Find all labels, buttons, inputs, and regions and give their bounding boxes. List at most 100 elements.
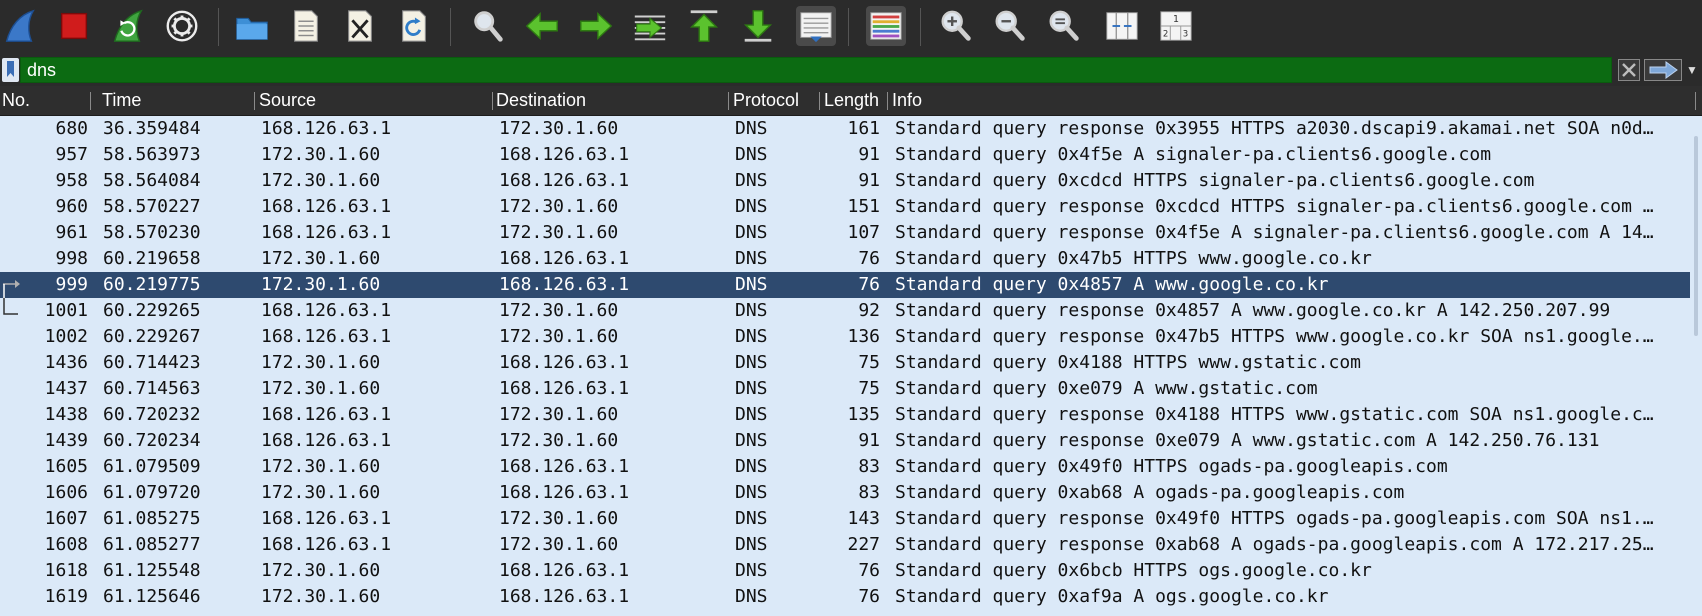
table-row-selected[interactable]: 999 60.219775 172.30.1.60 168.126.63.1 DNS 76… — [0, 272, 1702, 298]
cell-protocol: DNS — [735, 196, 768, 217]
cell-info: Standard query response 0x4f5e A signale… — [895, 222, 1654, 243]
cell-source: 172.30.1.60 — [261, 352, 381, 373]
apply-filter-button[interactable] — [1644, 59, 1682, 81]
cell-protocol: DNS — [735, 144, 768, 165]
reload-file-icon[interactable] — [394, 6, 434, 46]
cell-length: 136 — [847, 326, 880, 347]
table-row[interactable]: 1439 60.720234 168.126.63.1 172.30.1.60 DNS 9… — [0, 428, 1702, 454]
resize-columns-icon[interactable] — [1102, 6, 1142, 46]
table-row[interactable]: 958 58.564084 172.30.1.60 168.126.63.1 DNS 91… — [0, 168, 1702, 194]
cell-destination: 168.126.63.1 — [499, 248, 630, 269]
zoom-out-icon[interactable] — [990, 6, 1030, 46]
column-header-destination[interactable]: Destination — [494, 86, 724, 115]
column-divider[interactable] — [492, 92, 493, 110]
capture-options-gear-icon[interactable] — [162, 6, 202, 46]
toolbar-separator — [848, 8, 849, 46]
save-file-icon[interactable] — [286, 6, 326, 46]
go-to-first-packet-icon[interactable] — [684, 6, 724, 46]
table-row[interactable]: 1607 61.085275 168.126.63.1 172.30.1.60 DNS 1… — [0, 506, 1702, 532]
packet-list[interactable]: 680 36.359484 168.126.63.1 172.30.1.60 DNS 16… — [0, 116, 1702, 616]
column-preferences-icon[interactable]: 12 3 — [1156, 6, 1196, 46]
cell-length: 92 — [858, 300, 880, 321]
table-row[interactable]: 680 36.359484 168.126.63.1 172.30.1.60 DNS 16… — [0, 116, 1702, 142]
cell-source: 172.30.1.60 — [261, 274, 381, 295]
cell-protocol: DNS — [735, 378, 768, 399]
table-row[interactable]: 1001 60.229265 168.126.63.1 172.30.1.60 DNS 9… — [0, 298, 1702, 324]
go-to-packet-icon[interactable] — [630, 6, 670, 46]
cell-length: 91 — [858, 170, 880, 191]
colorize-packet-list-icon[interactable] — [866, 6, 906, 46]
cell-length: 75 — [858, 352, 880, 373]
cell-no: 1607 — [44, 508, 88, 529]
filter-bookmark-icon[interactable] — [2, 58, 19, 82]
column-header-length[interactable]: Length — [822, 86, 887, 115]
cell-source: 172.30.1.60 — [261, 170, 381, 191]
table-row[interactable]: 1618 61.125548 172.30.1.60 168.126.63.1 DNS 7… — [0, 558, 1702, 584]
column-divider[interactable] — [254, 92, 255, 110]
column-header-source[interactable]: Source — [257, 86, 487, 115]
table-row[interactable]: 960 58.570227 168.126.63.1 172.30.1.60 DNS 15… — [0, 194, 1702, 220]
cell-time: 61.085275 — [103, 508, 201, 529]
cell-length: 91 — [858, 144, 880, 165]
table-row[interactable]: 957 58.563973 172.30.1.60 168.126.63.1 DNS 91… — [0, 142, 1702, 168]
table-row[interactable]: 1605 61.079509 172.30.1.60 168.126.63.1 DNS 8… — [0, 454, 1702, 480]
column-divider[interactable] — [90, 92, 91, 110]
cell-time: 58.570227 — [103, 196, 201, 217]
start-capture-shark-fin-icon[interactable] — [0, 6, 40, 46]
stop-capture-icon[interactable] — [54, 6, 94, 46]
table-row[interactable]: 1608 61.085277 168.126.63.1 172.30.1.60 DNS 2… — [0, 532, 1702, 558]
zoom-in-icon[interactable] — [936, 6, 976, 46]
find-packet-search-icon[interactable] — [468, 6, 508, 46]
go-back-arrow-icon[interactable] — [522, 6, 562, 46]
close-file-icon[interactable] — [340, 6, 380, 46]
cell-source: 172.30.1.60 — [261, 586, 381, 607]
cell-source: 168.126.63.1 — [261, 300, 392, 321]
toolbar-separator — [920, 8, 921, 46]
cell-protocol: DNS — [735, 482, 768, 503]
column-header-no[interactable]: No. — [0, 86, 88, 115]
open-file-folder-icon[interactable] — [232, 6, 272, 46]
cell-length: 76 — [858, 248, 880, 269]
cell-time: 60.229265 — [103, 300, 201, 321]
table-row[interactable]: 998 60.219658 172.30.1.60 168.126.63.1 DNS 76… — [0, 246, 1702, 272]
display-filter-input[interactable] — [20, 57, 1612, 83]
column-divider[interactable] — [819, 92, 820, 110]
table-row[interactable]: 1002 60.229267 168.126.63.1 172.30.1.60 DNS 1… — [0, 324, 1702, 350]
cell-source: 172.30.1.60 — [261, 456, 381, 477]
filter-history-chevron-down-icon[interactable]: ▼ — [1684, 59, 1700, 81]
svg-text:1: 1 — [1173, 14, 1179, 25]
cell-source: 172.30.1.60 — [261, 248, 381, 269]
packet-list-scrollbar[interactable] — [1690, 116, 1702, 616]
go-to-last-packet-icon[interactable] — [738, 6, 778, 46]
normal-size-zoom-icon[interactable] — [1044, 6, 1084, 46]
cell-source: 168.126.63.1 — [261, 534, 392, 555]
restart-capture-icon[interactable] — [108, 6, 148, 46]
column-header-info[interactable]: Info — [890, 86, 1680, 115]
table-row[interactable]: 961 58.570230 168.126.63.1 172.30.1.60 DNS 10… — [0, 220, 1702, 246]
cell-protocol: DNS — [735, 326, 768, 347]
cell-destination: 168.126.63.1 — [499, 456, 630, 477]
cell-protocol: DNS — [735, 430, 768, 451]
cell-length: 75 — [858, 378, 880, 399]
column-divider[interactable] — [728, 92, 729, 110]
go-forward-arrow-icon[interactable] — [576, 6, 616, 46]
table-row[interactable]: 1436 60.714423 172.30.1.60 168.126.63.1 DNS 7… — [0, 350, 1702, 376]
cell-info: Standard query 0x6bcb HTTPS ogs.google.c… — [895, 560, 1372, 581]
column-header-time[interactable]: Time — [100, 86, 250, 115]
table-row[interactable]: 1437 60.714563 172.30.1.60 168.126.63.1 DNS 7… — [0, 376, 1702, 402]
table-row[interactable]: 1438 60.720232 168.126.63.1 172.30.1.60 DNS 1… — [0, 402, 1702, 428]
clear-filter-button[interactable] — [1618, 59, 1640, 81]
cell-info: Standard query 0x47b5 HTTPS www.google.c… — [895, 248, 1372, 269]
column-divider[interactable] — [887, 92, 888, 110]
cell-info: Standard query response 0x4188 HTTPS www… — [895, 404, 1654, 425]
table-row[interactable]: 1619 61.125646 172.30.1.60 168.126.63.1 DNS 7… — [0, 584, 1702, 610]
cell-no: 1002 — [44, 326, 88, 347]
cell-source: 168.126.63.1 — [261, 404, 392, 425]
cell-protocol: DNS — [735, 534, 768, 555]
column-header-protocol[interactable]: Protocol — [731, 86, 819, 115]
cell-protocol: DNS — [735, 118, 768, 139]
auto-scroll-icon[interactable] — [796, 6, 836, 46]
toolbar-separator — [450, 8, 451, 46]
table-row[interactable]: 1606 61.079720 172.30.1.60 168.126.63.1 DNS 8… — [0, 480, 1702, 506]
cell-info: Standard query response 0xab68 A ogads-p… — [895, 534, 1654, 555]
